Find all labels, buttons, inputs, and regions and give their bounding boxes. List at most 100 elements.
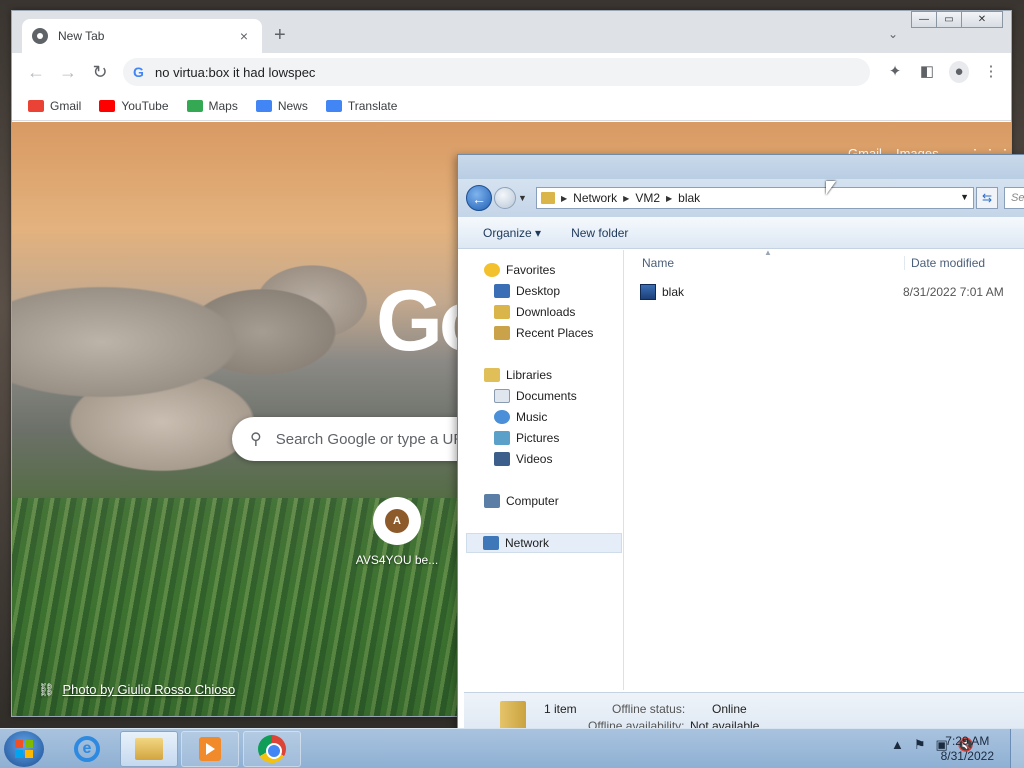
side-panel-icon[interactable]: ◧ xyxy=(917,61,937,83)
bookmark-translate[interactable]: Translate xyxy=(325,99,397,113)
new-folder-button[interactable]: New folder xyxy=(571,226,628,240)
breadcrumb-blak[interactable]: blak xyxy=(678,191,700,205)
back-button-icon[interactable]: ← xyxy=(466,185,492,211)
file-row[interactable]: blak 8/31/2022 7:01 AM xyxy=(640,282,1024,302)
maximize-button[interactable]: ▭ xyxy=(936,11,962,28)
offline-status-label: Offline status: xyxy=(612,702,686,716)
nav-downloads[interactable]: Downloads xyxy=(494,302,575,322)
offline-status-value: Online xyxy=(712,702,747,716)
show-desktop-button[interactable] xyxy=(1010,729,1024,768)
nav-libraries[interactable]: Libraries xyxy=(484,365,552,385)
new-tab-button[interactable]: + xyxy=(274,25,286,45)
organize-button[interactable]: Organize ▾ xyxy=(483,226,541,240)
clock-time: 7:29 AM xyxy=(945,734,990,748)
reload-icon[interactable]: ↻ xyxy=(84,62,116,83)
chrome-favicon-icon xyxy=(32,28,48,44)
nav-documents[interactable]: Documents xyxy=(494,386,577,406)
window-controls: — ▭ ✕ xyxy=(911,11,1003,28)
omnibox-text[interactable]: no virtua:box it had lowspec xyxy=(155,65,315,80)
close-window-button[interactable]: ✕ xyxy=(961,11,1003,28)
start-button[interactable] xyxy=(4,731,44,767)
explorer-titlebar[interactable] xyxy=(458,155,1024,179)
navigation-pane: Favorites Desktop Downloads Recent Place… xyxy=(464,250,624,690)
explorer-folder-icon xyxy=(135,738,163,760)
explorer-search-input[interactable]: Se xyxy=(1004,187,1024,209)
recent-places-icon xyxy=(494,326,510,340)
extensions-puzzle-icon[interactable]: ✦ xyxy=(885,61,905,83)
shortcut-icon: A xyxy=(373,497,421,545)
bookmark-youtube[interactable]: YouTube xyxy=(99,99,169,113)
tab-new-tab[interactable]: New Tab × xyxy=(22,19,262,53)
toolbar-actions: ✦ ◧ ● ⋮ xyxy=(885,61,1001,83)
shortcut-tile[interactable]: A AVS4YOU be... xyxy=(342,497,452,567)
pictures-icon xyxy=(494,431,510,445)
command-bar: Organize ▾ New folder xyxy=(458,217,1024,249)
sort-ascending-icon: ▲ xyxy=(764,248,772,257)
tab-close-icon[interactable]: × xyxy=(236,28,252,44)
action-center-flag-icon[interactable]: ⚑ xyxy=(914,737,926,753)
tab-title: New Tab xyxy=(58,29,105,43)
explorer-window: ← ▼ ▶ Network ▶ VM2 ▶ blak ▼ ⇆ Se Organi… xyxy=(457,154,1024,734)
media-player-icon xyxy=(199,737,221,761)
taskbar-internet-explorer[interactable]: e xyxy=(58,731,116,767)
photo-credit[interactable]: ⛓ Photo by Giulio Rosso Chioso xyxy=(38,682,235,698)
network-icon xyxy=(483,536,499,550)
menu-kebab-icon[interactable]: ⋮ xyxy=(981,61,1001,83)
refresh-icon[interactable]: ⇆ xyxy=(976,187,998,209)
profile-avatar-icon[interactable]: ● xyxy=(949,61,969,83)
omnibox[interactable]: G no virtua:box it had lowspec xyxy=(123,58,870,86)
ntp-search-placeholder: Search Google or type a URL xyxy=(275,430,473,448)
forward-button-icon[interactable] xyxy=(494,187,516,209)
link-icon: ⛓ xyxy=(38,682,55,697)
breadcrumb-network[interactable]: Network xyxy=(573,191,617,205)
music-icon xyxy=(494,410,510,424)
videos-icon xyxy=(494,452,510,466)
nav-pictures[interactable]: Pictures xyxy=(494,428,559,448)
column-date-modified[interactable]: Date modified xyxy=(904,256,985,270)
nav-computer[interactable]: Computer xyxy=(484,491,559,511)
nav-music[interactable]: Music xyxy=(494,407,547,427)
taskbar-explorer[interactable] xyxy=(120,731,178,767)
nav-favorites[interactable]: Favorites xyxy=(484,260,555,280)
address-dropdown-icon[interactable]: ▼ xyxy=(960,192,969,202)
breadcrumb-separator-icon[interactable]: ▶ xyxy=(561,194,567,203)
bookmark-gmail[interactable]: Gmail xyxy=(28,99,81,113)
gmail-icon xyxy=(28,99,44,112)
breadcrumb-vm2[interactable]: VM2 xyxy=(635,191,660,205)
tab-search-chevron-icon[interactable]: ⌄ xyxy=(888,27,898,41)
translate-icon xyxy=(325,99,342,112)
bookmark-maps[interactable]: Maps xyxy=(186,99,238,113)
file-list: ▲ Name Date modified blak 8/31/2022 7:01… xyxy=(624,248,1024,690)
column-name[interactable]: Name xyxy=(642,256,674,270)
recent-pages-chevron-icon[interactable]: ▼ xyxy=(518,193,527,203)
nav-recent-places[interactable]: Recent Places xyxy=(494,323,593,343)
photo-credit-text[interactable]: Photo by Giulio Rosso Chioso xyxy=(63,682,236,698)
file-name: blak xyxy=(662,285,685,299)
computer-icon xyxy=(484,494,500,508)
file-date: 8/31/2022 7:01 AM xyxy=(903,285,1004,299)
bookmark-news[interactable]: News xyxy=(255,99,308,113)
show-hidden-icons-icon[interactable]: ▲ xyxy=(891,737,904,753)
taskbar-media-player[interactable] xyxy=(181,731,239,767)
taskbar-chrome[interactable] xyxy=(243,731,301,767)
nav-desktop[interactable]: Desktop xyxy=(494,281,560,301)
address-bar[interactable]: ▶ Network ▶ VM2 ▶ blak ▼ xyxy=(536,187,974,209)
youtube-icon xyxy=(99,99,116,112)
breadcrumb-separator-icon[interactable]: ▶ xyxy=(666,194,672,203)
nav-network[interactable]: Network xyxy=(466,533,622,553)
explorer-address-row: ← ▼ ▶ Network ▶ VM2 ▶ blak ▼ ⇆ Se xyxy=(458,179,1024,217)
desktop-icon xyxy=(494,284,510,298)
internet-explorer-icon: e xyxy=(74,736,100,762)
clock[interactable]: 7:29 AM 8/31/2022 xyxy=(941,734,994,764)
nav-videos[interactable]: Videos xyxy=(494,449,552,469)
minimize-button[interactable]: — xyxy=(911,11,937,28)
downloads-folder-icon xyxy=(494,305,510,319)
libraries-icon xyxy=(484,368,500,382)
maps-icon xyxy=(186,99,203,112)
forward-arrow-icon[interactable]: → xyxy=(52,62,84,83)
back-arrow-icon[interactable]: ← xyxy=(20,62,52,83)
chrome-toolbar: ← → ↻ G no virtua:box it had lowspec ✦ ◧… xyxy=(12,53,1011,91)
file-icon xyxy=(640,284,656,300)
breadcrumb-separator-icon[interactable]: ▶ xyxy=(623,194,629,203)
shortcut-label: AVS4YOU be... xyxy=(355,553,439,567)
